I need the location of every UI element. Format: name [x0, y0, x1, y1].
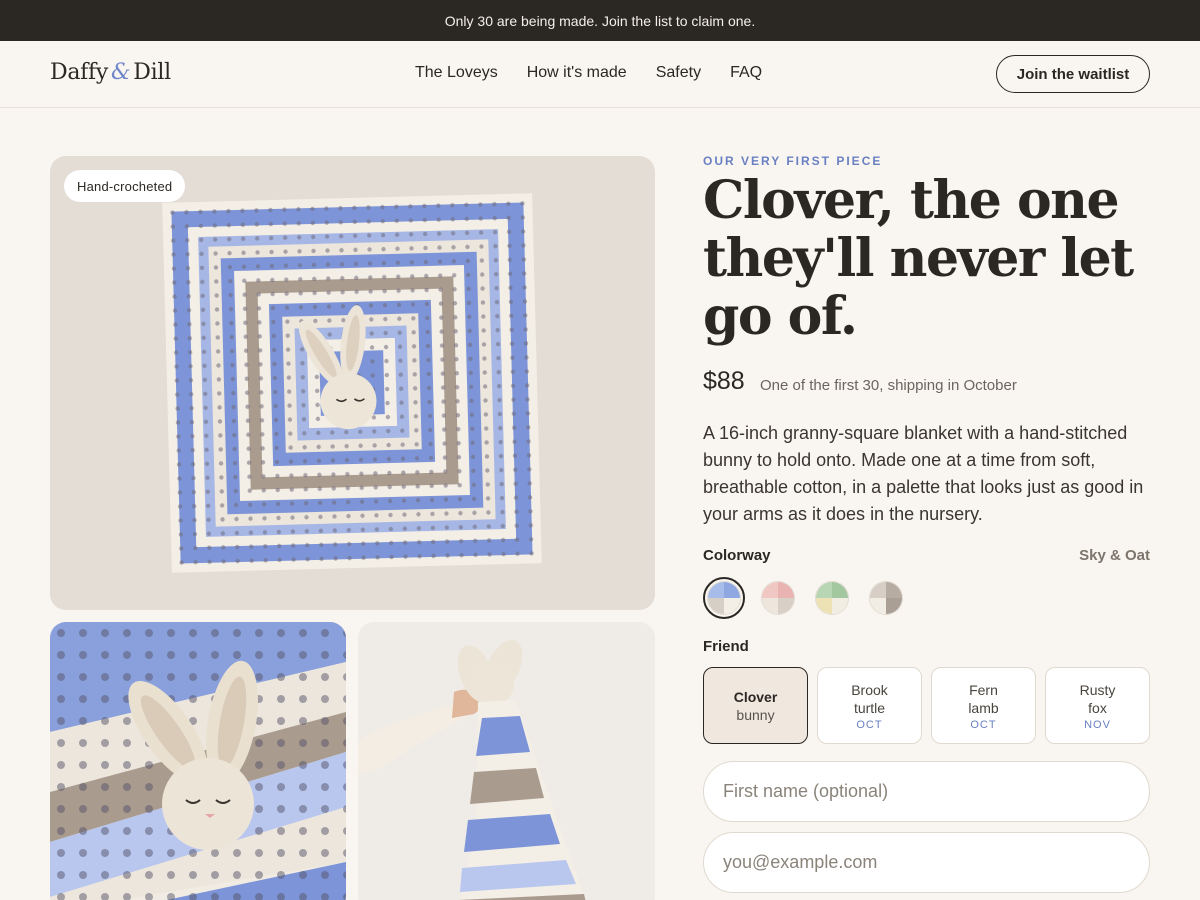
friend-label: Friend [703, 638, 749, 655]
product-description: A 16-inch granny-square blanket with a h… [703, 423, 1144, 524]
swatch-dot [707, 581, 741, 615]
friend-name: Rusty [1079, 681, 1116, 698]
swatch-dot [815, 581, 849, 615]
swatch-blush[interactable] [757, 577, 799, 619]
friend-species: lamb [968, 699, 999, 716]
friend-month: OCT [970, 718, 997, 731]
hand-crocheted-badge: Hand-crocheted [64, 170, 186, 202]
blanket-held-image [358, 622, 655, 900]
friend-species: turtle [853, 699, 886, 716]
colorway-selected-name: Sky & Oat [1079, 547, 1150, 564]
brand-ampersand: & [110, 60, 131, 85]
product-eyebrow: OUR VERY FIRST PIECE [703, 154, 883, 168]
product-photo-main[interactable] [50, 156, 655, 610]
product-headline: Clover, the one they'll never let go of. [703, 170, 1134, 347]
friend-name: Fern [969, 681, 998, 698]
nav-link-the-loveys[interactable]: The Loveys [415, 64, 498, 82]
friend-option-clover[interactable]: Clover bunny [703, 667, 808, 744]
swatch-sky-oat[interactable] [703, 577, 745, 619]
swatch-dot [761, 581, 795, 615]
product-photo-held[interactable] [358, 622, 655, 900]
product-price: $88 [703, 367, 745, 395]
main-nav: The Loveys How it's made Safety FAQ [415, 64, 791, 82]
friend-name: Brook [851, 681, 888, 698]
friend-name: Clover [733, 688, 778, 705]
blanket-flat-image [50, 156, 655, 610]
product-photo-closeup[interactable] [50, 622, 346, 900]
brand-logo[interactable]: Daffy & Dill [50, 60, 171, 85]
swatch-dot [869, 581, 903, 615]
swatch-oatmeal[interactable] [865, 577, 907, 619]
bunny-closeup-image [50, 622, 346, 900]
site-header: Daffy & Dill The Loveys How it's made Safe… [0, 41, 1200, 108]
nav-link-faq[interactable]: FAQ [730, 64, 762, 82]
brand-name-right: Dill [133, 60, 171, 85]
friend-option-fern[interactable]: Fern lamb OCT [931, 667, 1036, 744]
announcement-text: Only 30 are being made. Join the list to… [444, 12, 756, 29]
price-note: One of the first 30, shipping in October [760, 377, 1017, 394]
colorway-label: Colorway [703, 547, 771, 564]
email-input[interactable] [703, 832, 1150, 893]
brand-name-left: Daffy [50, 60, 108, 85]
friend-month: OCT [856, 718, 883, 731]
friend-option-brook[interactable]: Brook turtle OCT [817, 667, 922, 744]
join-waitlist-button[interactable]: Join the waitlist [996, 55, 1150, 93]
nav-link-safety[interactable]: Safety [656, 64, 701, 82]
friend-month: NOV [1084, 718, 1111, 731]
announcement-bar: Only 30 are being made. Join the list to… [0, 0, 1200, 41]
friend-species: fox [1088, 699, 1107, 716]
friend-species: bunny [736, 706, 775, 723]
nav-link-how-its-made[interactable]: How it's made [527, 64, 627, 82]
swatch-sage[interactable] [811, 577, 853, 619]
friend-option-rusty[interactable]: Rusty fox NOV [1045, 667, 1150, 744]
first-name-input[interactable] [703, 761, 1150, 822]
